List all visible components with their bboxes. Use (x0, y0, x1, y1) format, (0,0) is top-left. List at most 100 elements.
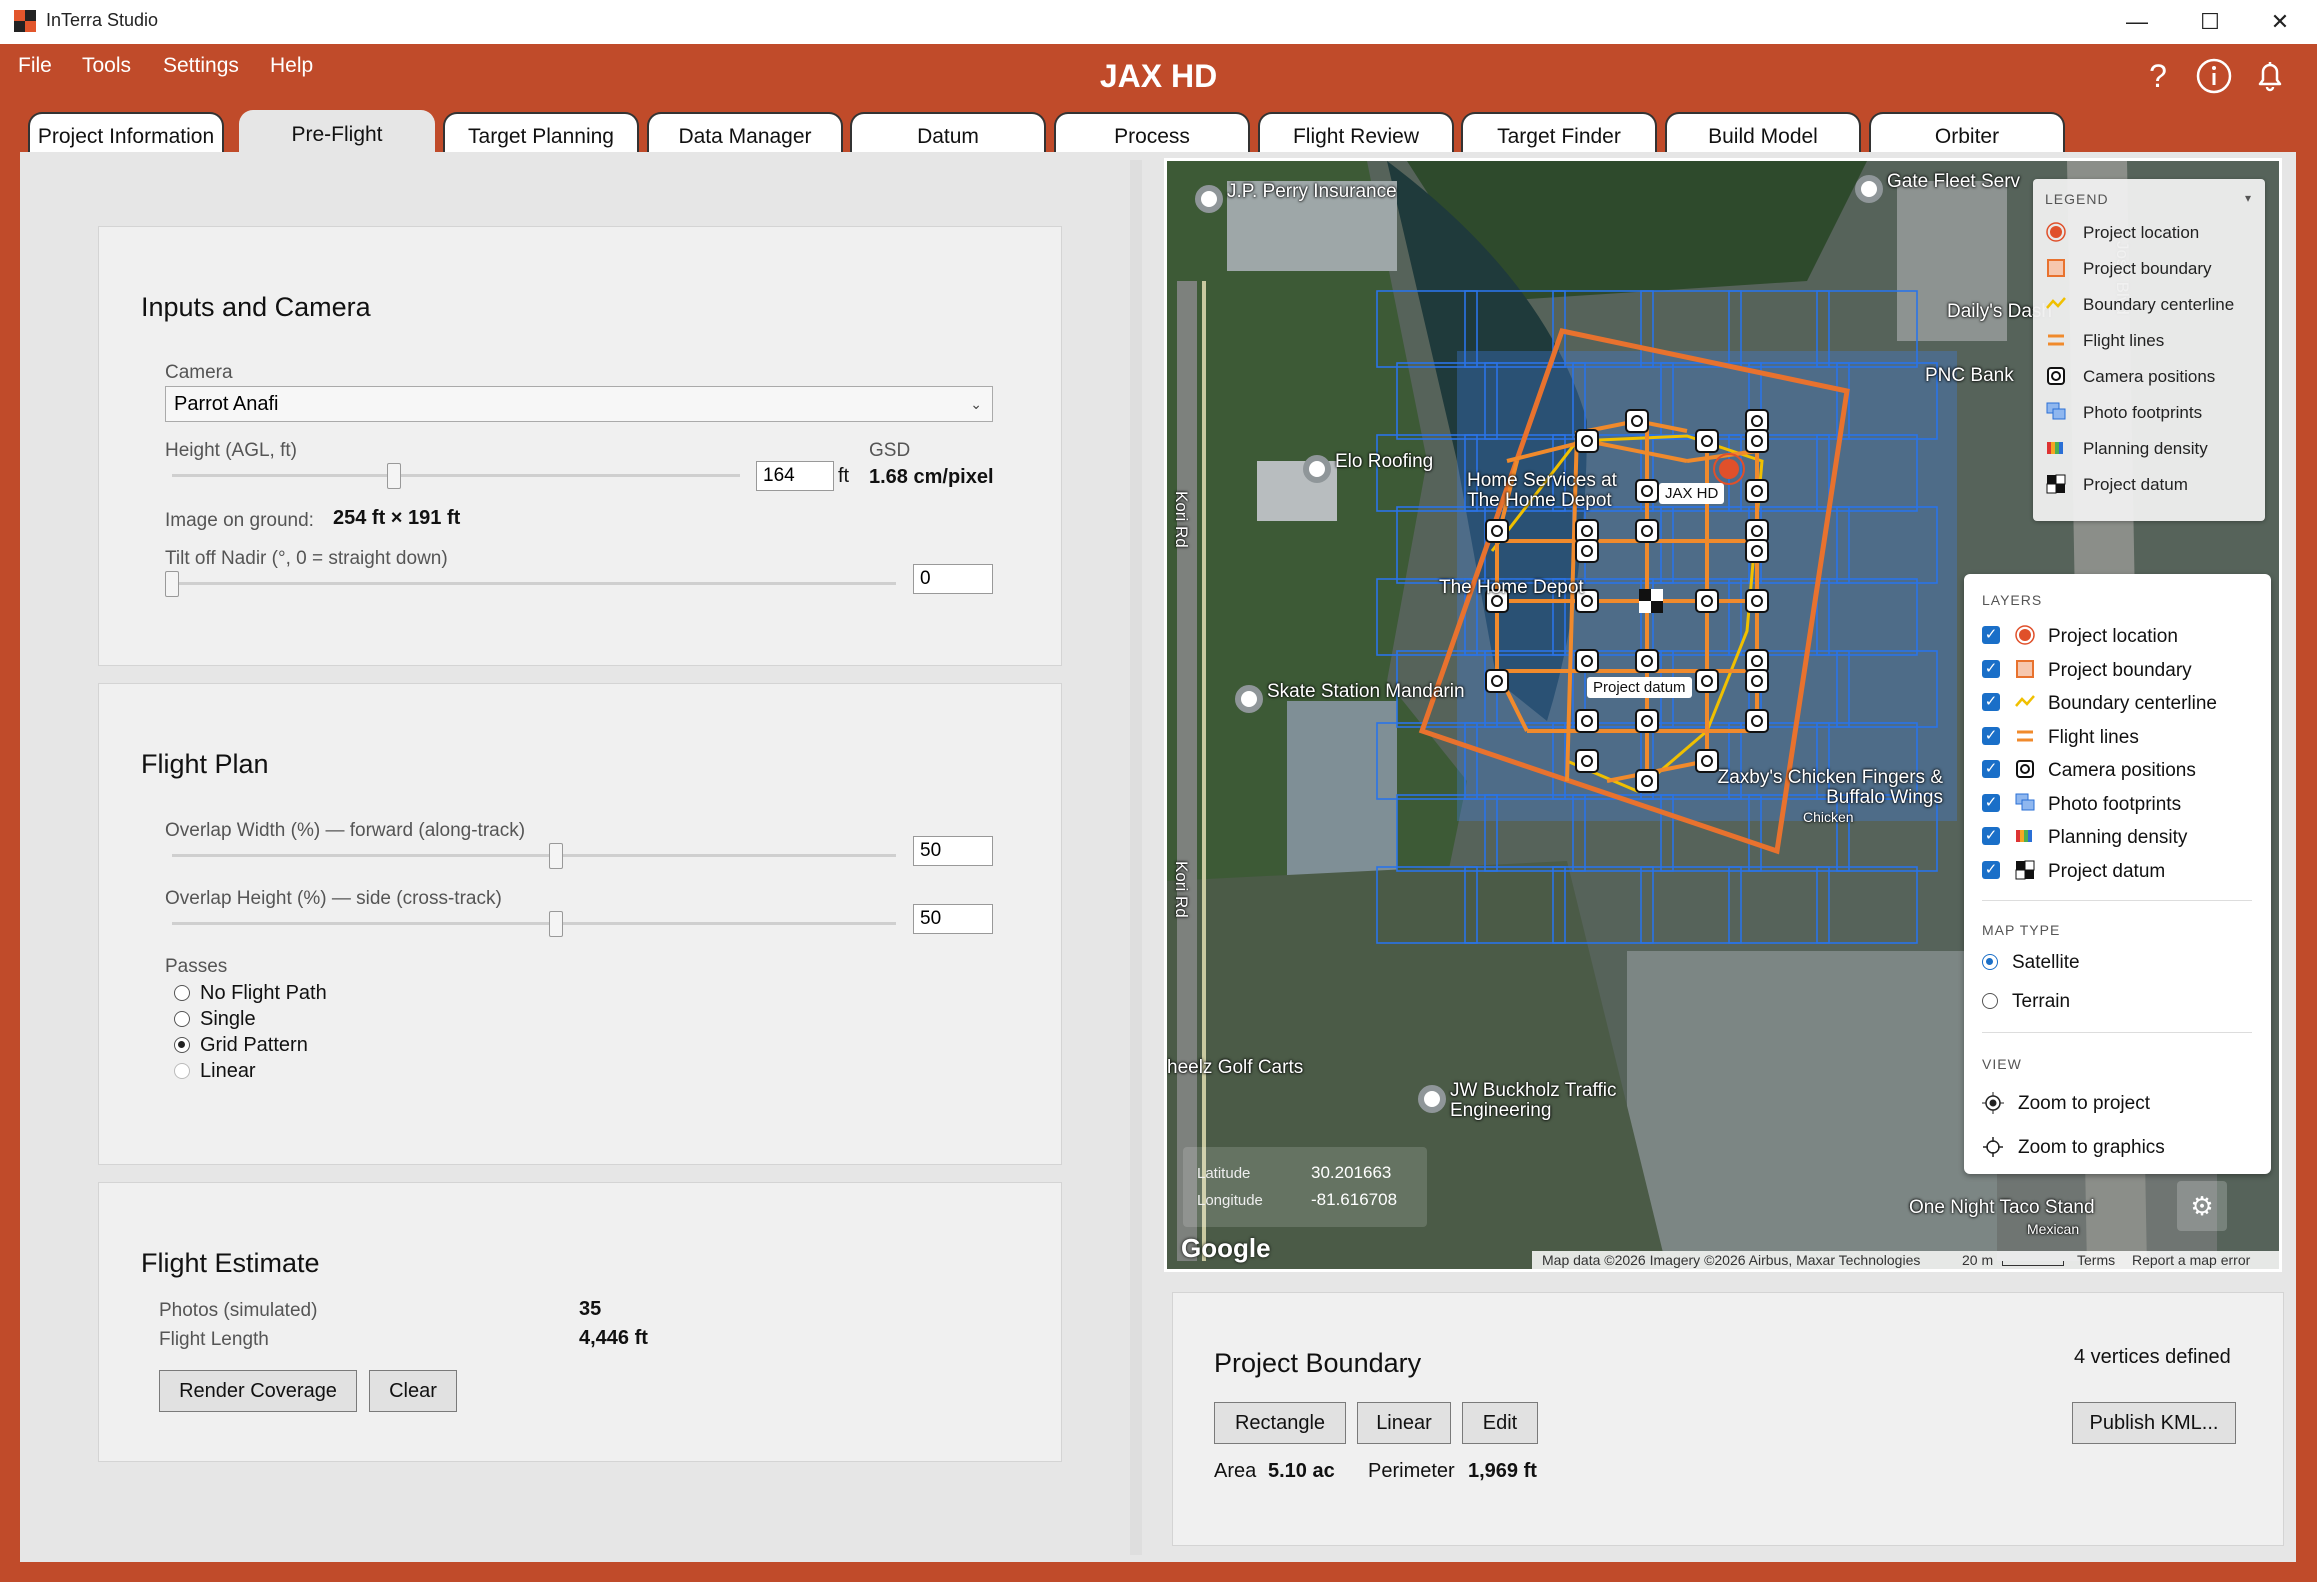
camera-position-marker (1625, 409, 1649, 433)
crosshair-icon (1983, 1137, 2003, 1157)
tab-target-planning[interactable]: Target Planning (443, 112, 639, 152)
publish-kml-button[interactable]: Publish KML... (2072, 1402, 2236, 1444)
camera-position-marker (1745, 649, 1769, 673)
close-button[interactable]: ✕ (2245, 0, 2315, 44)
tab-target-finder[interactable]: Target Finder (1461, 112, 1657, 152)
radio-label: Grid Pattern (200, 1034, 308, 1056)
camera-select[interactable]: Parrot Anafi ⌄ (165, 386, 993, 422)
longitude-label: Longitude (1197, 1192, 1263, 1209)
overlap-width-thumb[interactable] (548, 843, 563, 869)
zoom-to-project-button[interactable]: Zoom to project (1982, 1086, 2252, 1122)
camera-position-marker (1745, 409, 1769, 433)
render-coverage-button[interactable]: Render Coverage (159, 1370, 357, 1412)
tab-data-manager[interactable]: Data Manager (647, 112, 843, 152)
legend-item: Project boundary (2083, 259, 2212, 278)
radio-label: Linear (200, 1060, 256, 1082)
map-settings-gear-icon[interactable]: ⚙ (2177, 1181, 2227, 1231)
tab-project-information[interactable]: Project Information (28, 112, 224, 152)
layer-checkbox[interactable]: ✓ (1982, 860, 2000, 879)
camera-position-marker (1745, 669, 1769, 693)
legend-collapse-icon[interactable]: ▾ (2245, 191, 2251, 205)
tab-flight-review[interactable]: Flight Review (1258, 112, 1454, 152)
notification-bell-icon[interactable] (2250, 56, 2290, 96)
map-place-label: PNC Bank (1925, 365, 2014, 386)
scale-bar (2002, 1261, 2064, 1266)
radio-grid-pattern[interactable] (174, 1037, 190, 1053)
flight-estimate-panel (98, 1182, 1062, 1462)
chevron-down-icon: ⌄ (970, 396, 982, 412)
height-input[interactable]: 164 (756, 461, 834, 491)
layer-checkbox[interactable]: ✓ (1982, 726, 2000, 745)
tilt-input[interactable]: 0 (913, 564, 993, 594)
radio-label: Single (200, 1008, 256, 1030)
map-view[interactable]: J.P. Perry Insurance Gate Fleet Serv Elo R… (1164, 158, 2282, 1272)
rectangle-button[interactable]: Rectangle (1214, 1402, 1346, 1444)
layer-checkbox[interactable]: ✓ (1982, 760, 2000, 778)
map-place-label: Home Services at The Home Depot (1467, 470, 1617, 511)
layers-panel: LAYERS ✓ Project location ✓ Project boundar… (1964, 574, 2271, 1174)
help-icon[interactable]: ? (2138, 56, 2178, 96)
height-slider-thumb[interactable] (386, 463, 401, 489)
overlap-width-track[interactable] (172, 854, 896, 857)
radio-single[interactable] (174, 1011, 190, 1027)
zoom-to-graphics-label: Zoom to graphics (2018, 1137, 2165, 1158)
camera-position-marker (1745, 709, 1769, 733)
tilt-slider-track[interactable] (172, 582, 896, 585)
camera-value: Parrot Anafi (174, 393, 279, 415)
layers-title: LAYERS (1982, 592, 2043, 608)
inputs-camera-title: Inputs and Camera (141, 292, 371, 322)
camera-position-marker (1575, 519, 1599, 543)
layer-checkbox[interactable]: ✓ (1982, 659, 2000, 678)
layer-checkbox[interactable]: ✓ (1982, 827, 2000, 845)
tilt-slider-thumb[interactable] (165, 571, 179, 597)
map-scale: 20 m (1962, 1252, 1994, 1268)
tab-orbiter[interactable]: Orbiter (1869, 112, 2065, 152)
tab-process[interactable]: Process (1054, 112, 1250, 152)
terms-link[interactable]: Terms (2077, 1252, 2115, 1268)
map-place-label: The Home Depot (1439, 577, 1584, 598)
flight-length-label: Flight Length (159, 1329, 269, 1350)
overlap-height-track[interactable] (172, 922, 896, 925)
height-slider-track[interactable] (172, 474, 740, 477)
overlap-height-thumb[interactable] (548, 911, 563, 937)
map-place-label: Kori Rd (1172, 491, 1191, 548)
layer-checkbox[interactable]: ✓ (1982, 693, 2000, 711)
photos-value: 35 (579, 1298, 602, 1320)
minimize-button[interactable]: — (2102, 0, 2172, 44)
camera-position-marker (1695, 589, 1719, 613)
radio-no-flight-path[interactable] (174, 985, 190, 1001)
map-pin-icon[interactable] (1418, 1085, 1446, 1113)
map-pin-icon[interactable] (1195, 185, 1223, 213)
map-pin-icon[interactable] (1303, 455, 1331, 483)
layer-label: Project location (2048, 626, 2178, 647)
zoom-to-graphics-button[interactable]: Zoom to graphics (1982, 1130, 2252, 1166)
tab-datum[interactable]: Datum (850, 112, 1046, 152)
map-type-radio-satellite[interactable] (1982, 954, 1998, 970)
scrollbar[interactable] (1130, 160, 1142, 1555)
legend-title: LEGEND (2045, 191, 2109, 207)
layer-checkbox[interactable]: ✓ (1982, 793, 2000, 812)
map-pin-icon[interactable] (1855, 175, 1883, 203)
project-datum-marker (1639, 601, 1651, 613)
legend-item: Flight lines (2083, 331, 2165, 350)
info-icon[interactable] (2194, 56, 2234, 96)
camera-position-marker (1745, 479, 1769, 503)
longitude-value: -81.616708 (1311, 1190, 1398, 1209)
tab-build-model[interactable]: Build Model (1665, 112, 1861, 152)
linear-button[interactable]: Linear (1357, 1402, 1451, 1444)
map-type-radio-terrain[interactable] (1982, 993, 1998, 1009)
tab-pre-flight[interactable]: Pre-Flight (239, 110, 435, 154)
overlap-height-input[interactable]: 50 (913, 904, 993, 934)
clear-button[interactable]: Clear (369, 1370, 457, 1412)
map-pin-icon[interactable] (1235, 685, 1263, 713)
overlap-width-input[interactable]: 50 (913, 836, 993, 866)
perimeter-label: Perimeter (1368, 1460, 1455, 1482)
app-logo-icon (14, 10, 36, 32)
map-place-label: One Night Taco Stand (1909, 1197, 2095, 1218)
layer-label: Flight lines (2048, 726, 2139, 748)
layer-checkbox[interactable]: ✓ (1982, 626, 2000, 644)
report-map-error-link[interactable]: Report a map error (2132, 1252, 2250, 1268)
edit-button[interactable]: Edit (1462, 1402, 1538, 1444)
maximize-button[interactable]: ☐ (2175, 0, 2245, 44)
coordinate-readout: Latitude 30.201663 Longitude -81.616708 (1183, 1147, 1427, 1227)
